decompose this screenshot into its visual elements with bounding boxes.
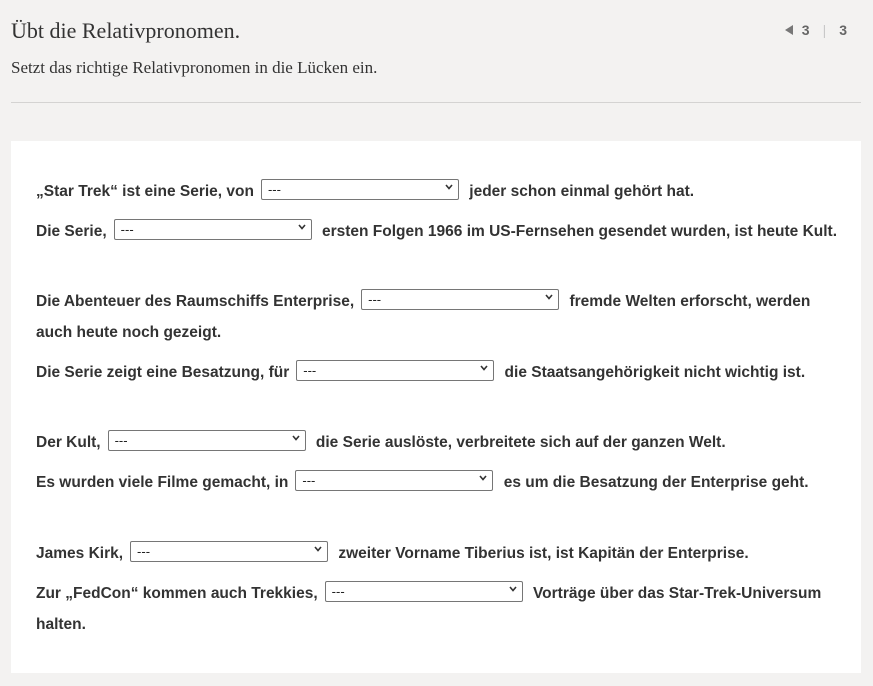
question-2: Die Serie, --- ersten Folgen 1966 im US-F…	[36, 216, 841, 247]
question-text-before: Die Serie,	[36, 223, 107, 240]
question-text-before: Die Serie zeigt eine Besatzung, für	[36, 364, 290, 381]
question-text-before: James Kirk,	[36, 545, 124, 562]
question-6: Es wurden viele Filme gemacht, in --- es …	[36, 467, 841, 498]
chevron-down-icon	[291, 435, 300, 442]
question-3: Die Abenteuer des Raumschiffs Enterprise…	[36, 286, 841, 348]
select-value: ---	[303, 363, 317, 379]
question-text-after: die Staatsangehörigkeit nicht wichtig is…	[504, 364, 806, 381]
page-subtitle: Setzt das richtige Relativpronomen in di…	[11, 58, 378, 77]
pager-separator: |	[822, 22, 827, 38]
pager: 3 | 3	[784, 22, 847, 38]
relative-pronoun-select[interactable]: ---	[324, 581, 523, 603]
chevron-down-icon	[445, 184, 453, 191]
question-4: Die Serie zeigt eine Besatzung, für --- d…	[36, 357, 841, 388]
relative-pronoun-select[interactable]: ---	[295, 470, 494, 492]
relative-pronoun-select[interactable]: ---	[260, 179, 459, 201]
question-text-before: Der Kult,	[36, 434, 101, 451]
relative-pronoun-select[interactable]: ---	[130, 541, 329, 563]
pager-total: 3	[839, 22, 847, 38]
question-text-before: Zur „FedCon“ kommen auch Trekkies,	[36, 585, 318, 602]
question-7: James Kirk, --- zweiter Vorname Tiberius …	[36, 538, 841, 569]
select-value: ---	[368, 292, 382, 308]
relative-pronoun-select[interactable]: ---	[107, 430, 306, 452]
chevron-down-icon	[298, 224, 306, 231]
chevron-down-icon	[480, 365, 488, 372]
page-title: Übt die Relativpronomen.	[11, 18, 241, 43]
relative-pronoun-select[interactable]: ---	[361, 289, 560, 311]
question-text-after: die Serie auslöste, verbreitete sich auf…	[315, 434, 726, 451]
exercise-card: „Star Trek“ ist eine Serie, von --- jeder…	[11, 141, 861, 673]
select-value: ---	[331, 584, 345, 600]
chevron-down-icon	[545, 294, 553, 301]
question-text-before: Die Abenteuer des Raumschiffs Enterprise…	[36, 293, 355, 310]
header-divider	[11, 102, 861, 103]
question-1: „Star Trek“ ist eine Serie, von --- jeder…	[36, 176, 841, 207]
select-value: ---	[120, 222, 134, 238]
relative-pronoun-select[interactable]: ---	[296, 360, 495, 382]
question-text-after: ersten Folgen 1966 im US-Fernsehen gesen…	[321, 223, 838, 240]
question-text-before: „Star Trek“ ist eine Serie, von	[36, 183, 254, 200]
question-text-after: jeder schon einmal gehört hat.	[469, 183, 695, 200]
question-text-after: zweiter Vorname Tiberius ist, ist Kapitä…	[338, 545, 749, 562]
pager-current: 3	[801, 22, 810, 38]
select-value: ---	[137, 544, 151, 560]
question-5: Der Kult, --- die Serie auslöste, verbrei…	[36, 427, 841, 458]
select-value: ---	[267, 182, 281, 198]
question-text-before: Es wurden viele Filme gemacht, in	[36, 474, 289, 491]
select-value: ---	[114, 433, 128, 449]
chevron-down-icon	[479, 475, 487, 482]
question-text-after: es um die Besatzung der Enterprise geht.	[503, 474, 809, 491]
relative-pronoun-select[interactable]: ---	[113, 219, 312, 241]
select-value: ---	[302, 473, 316, 489]
question-8: Zur „FedCon“ kommen auch Trekkies, --- Vo…	[36, 578, 841, 640]
previous-page-icon[interactable]	[784, 25, 793, 35]
chevron-down-icon	[509, 586, 517, 593]
chevron-down-icon	[314, 546, 322, 553]
